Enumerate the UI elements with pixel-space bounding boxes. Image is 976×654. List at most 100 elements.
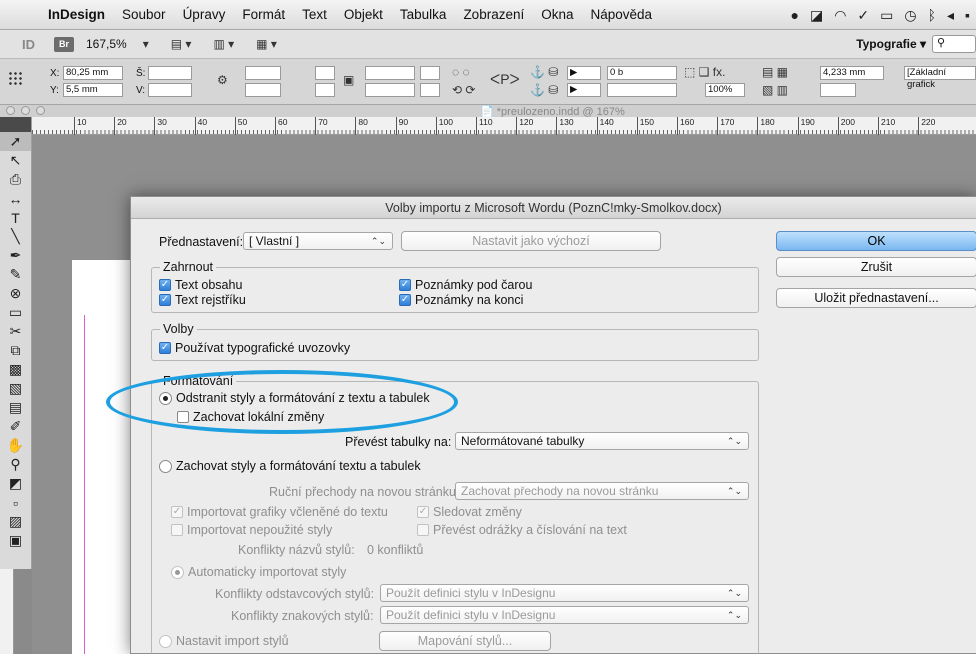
ok-button[interactable]: OK xyxy=(776,231,976,251)
wifi-icon[interactable]: ◠ xyxy=(834,7,846,24)
menu-window[interactable]: Okna xyxy=(541,7,573,22)
type-tool-icon[interactable]: T xyxy=(0,208,31,227)
object-style-menu[interactable]: [Základní grafick xyxy=(904,66,976,90)
preserve-styles-radio[interactable]: Zachovat styly a formátování textu a tab… xyxy=(159,459,421,473)
stroke-weight-field[interactable]: 0 b xyxy=(607,66,677,80)
menu-edit[interactable]: Úpravy xyxy=(183,7,226,22)
y-position-field[interactable]: 5,5 mm xyxy=(63,83,123,97)
flip-icons[interactable]: ⟲ ⟳ xyxy=(452,83,475,97)
scale-menu-2[interactable] xyxy=(315,83,335,97)
battery-icon[interactable]: ▪ xyxy=(965,7,970,23)
minimize-window-icon[interactable] xyxy=(21,106,30,115)
menu-format[interactable]: Formát xyxy=(242,7,285,22)
convert-bullets-checkbox[interactable]: Převést odrážky a číslování na text xyxy=(417,523,627,537)
cancel-button[interactable]: Zrušit xyxy=(776,257,976,277)
menu-file[interactable]: Soubor xyxy=(122,7,166,22)
select-previous-icon[interactable]: ⚓ ⛁ xyxy=(530,83,558,97)
para-conflicts-select[interactable]: Použít definici stylu v InDesignu ⌃⌄ xyxy=(380,584,749,602)
custom-import-radio[interactable]: Nastavit import stylů xyxy=(159,634,289,648)
scale-menu[interactable] xyxy=(315,66,335,80)
page-breaks-select[interactable]: Zachovat přechody na novou stránku ⌃⌄ xyxy=(455,482,749,500)
rectangle-tool-icon[interactable]: ▭ xyxy=(0,303,31,322)
constrain-proportions-icon[interactable]: ⚙ xyxy=(217,73,228,87)
import-unused-styles-checkbox[interactable]: Importovat nepoužité styly xyxy=(171,523,332,537)
keep-local-checkbox[interactable]: Zachovat lokální změny xyxy=(177,410,324,424)
menu-help[interactable]: Nápověda xyxy=(591,7,653,22)
vertical-ruler[interactable] xyxy=(0,569,14,654)
hand-tool-icon[interactable]: ✋ xyxy=(0,436,31,455)
gradient-feather-tool-icon[interactable]: ▧ xyxy=(0,379,31,398)
preset-select[interactable]: [ Vlastní ] ⌃⌄ xyxy=(243,232,393,250)
rotate-icons[interactable]: ◌ ◌ xyxy=(452,65,470,79)
view-options-icon[interactable]: ▤ ▾ xyxy=(165,37,198,51)
object-style-icons[interactable]: ▧ ▥ xyxy=(762,83,788,97)
select-content-icon[interactable]: ⚓ ⛁ xyxy=(530,65,558,79)
bluetooth-icon[interactable]: ᛒ xyxy=(928,7,936,23)
scissors-tool-icon[interactable]: ✂ xyxy=(0,322,31,341)
page-tool-icon[interactable]: ⎙ xyxy=(0,170,31,189)
rotation-field[interactable] xyxy=(365,66,415,80)
time-machine-icon[interactable]: ◷ xyxy=(904,7,916,24)
rotation-menu[interactable] xyxy=(420,66,440,80)
save-preset-button[interactable]: Uložit přednastavení... xyxy=(776,288,976,308)
scale-x-field[interactable] xyxy=(245,66,281,80)
toc-checkbox[interactable]: ✓ Text obsahu xyxy=(159,278,242,292)
volume-icon[interactable]: ◂ xyxy=(947,7,954,24)
zoom-level[interactable]: 167,5% xyxy=(86,37,127,51)
menu-table[interactable]: Tabulka xyxy=(400,7,447,22)
direct-selection-tool-icon[interactable]: ↖ xyxy=(0,151,31,170)
height-field[interactable] xyxy=(148,83,192,97)
menu-object[interactable]: Objekt xyxy=(344,7,383,22)
arrange-documents-icon[interactable]: ▦ ▾ xyxy=(250,37,283,51)
typographic-quotes-checkbox[interactable]: ✓ Používat typografické uvozovky xyxy=(159,341,350,355)
dimension-field[interactable]: 4,233 mm xyxy=(820,66,884,80)
formatting-affects-icon[interactable]: ▫ xyxy=(0,493,31,512)
frame-options-menu[interactable] xyxy=(820,83,856,97)
x-position-field[interactable]: 80,25 mm xyxy=(63,66,123,80)
convert-tables-select[interactable]: Neformátované tabulky ⌃⌄ xyxy=(455,432,749,450)
menu-app[interactable]: InDesign xyxy=(48,7,105,22)
note-tool-icon[interactable]: ▤ xyxy=(0,398,31,417)
text-wrap-icons[interactable]: ▤ ▦ xyxy=(762,65,788,79)
gradient-tool-icon[interactable]: ▩ xyxy=(0,360,31,379)
set-default-button[interactable]: Nastavit jako výchozí xyxy=(401,231,661,251)
line-tool-icon[interactable]: ╲ xyxy=(0,227,31,246)
style-mapping-button[interactable]: Mapování stylů... xyxy=(379,631,551,651)
horizontal-ruler[interactable]: 10 20 30 40 50 60 70 80 90 100 110 120 130 140 150 160 1… xyxy=(32,117,976,135)
constrain-icon[interactable]: ▣ xyxy=(343,73,354,87)
remove-styles-radio[interactable]: Odstranit styly a formátování z textu a … xyxy=(159,391,430,405)
reference-point-icon[interactable] xyxy=(8,71,22,85)
index-checkbox[interactable]: ✓ Text rejstříku xyxy=(159,293,246,307)
search-icon[interactable]: ⚲ xyxy=(932,35,976,53)
shear-field[interactable] xyxy=(365,83,415,97)
display-icon[interactable]: ▭ xyxy=(880,7,893,24)
width-field[interactable] xyxy=(148,66,192,80)
selection-tool-icon[interactable]: ➚ xyxy=(0,132,31,151)
workspace-switcher[interactable]: Typografie ▾ xyxy=(856,37,926,51)
menu-view[interactable]: Zobrazení xyxy=(463,7,524,22)
import-inline-graphics-checkbox[interactable]: ✓ Importovat grafiky včleněné do textu xyxy=(171,505,388,519)
selection-container-icon[interactable]: ᐸPᐳ xyxy=(490,71,520,88)
zoom-tool-icon[interactable]: ⚲ xyxy=(0,455,31,474)
shear-menu[interactable] xyxy=(420,83,440,97)
fill-swatch[interactable]: ▶ xyxy=(567,66,601,80)
auto-import-radio[interactable]: Automaticky importovat styly xyxy=(171,565,346,579)
bridge-button[interactable]: Br xyxy=(54,36,74,52)
gap-tool-icon[interactable]: ↔ xyxy=(0,189,31,208)
rectangle-frame-tool-icon[interactable]: ⊗ xyxy=(0,284,31,303)
opacity-field[interactable]: 100% xyxy=(705,83,745,97)
free-transform-tool-icon[interactable]: ⧉ xyxy=(0,341,31,360)
zoom-window-icon[interactable] xyxy=(36,106,45,115)
sync-icon[interactable]: ✓ xyxy=(857,7,869,24)
zoom-dropdown-icon[interactable]: ▾ xyxy=(137,37,155,51)
eyedropper-tool-icon[interactable]: ✐ xyxy=(0,417,31,436)
screen-mode-tool-icon[interactable]: ▣ xyxy=(0,531,31,550)
scale-y-field[interactable] xyxy=(245,83,281,97)
menu-text[interactable]: Text xyxy=(302,7,327,22)
effects-icons[interactable]: ⬚ ❑ fx. xyxy=(684,65,725,79)
close-window-icon[interactable] xyxy=(6,106,15,115)
endnotes-checkbox[interactable]: ✓ Poznámky na konci xyxy=(399,293,523,307)
stroke-swatch[interactable]: ▶ xyxy=(567,83,601,97)
track-changes-checkbox[interactable]: ✓ Sledovat změny xyxy=(417,505,522,519)
fill-stroke-icon[interactable]: ◩ xyxy=(0,474,31,493)
